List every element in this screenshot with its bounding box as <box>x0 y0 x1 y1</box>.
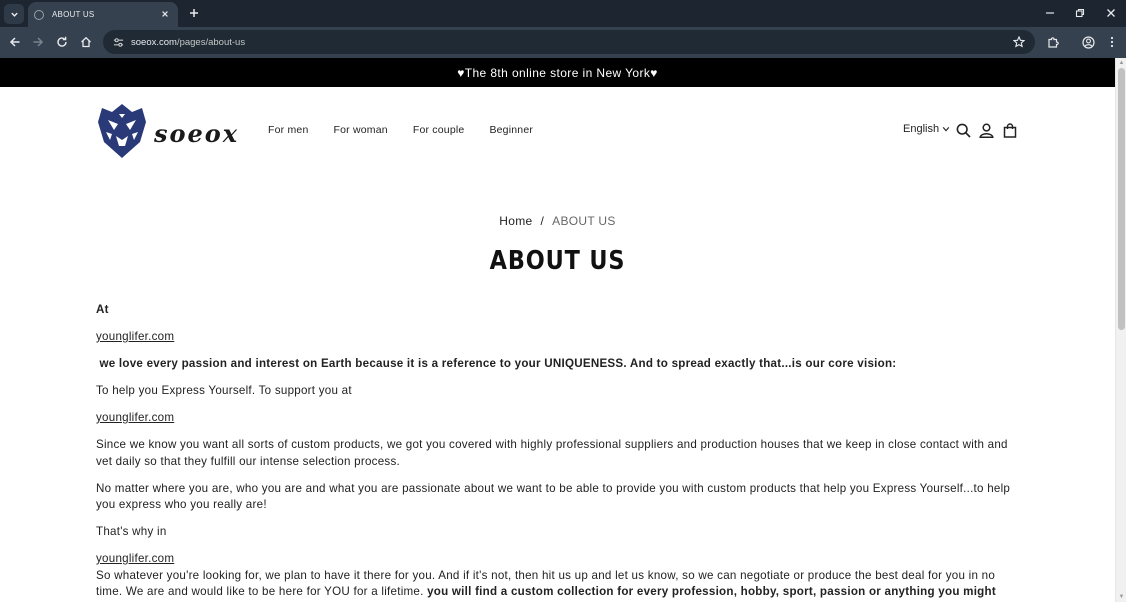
new-tab-button[interactable] <box>185 4 203 22</box>
nav-item-for-men[interactable]: For men <box>268 124 309 136</box>
browser-menu-button[interactable] <box>1103 33 1121 51</box>
paragraph-express-yourself: To help you Express Yourself. To support… <box>96 384 352 397</box>
forward-arrow-icon <box>33 37 44 47</box>
nav-item-for-couple[interactable]: For couple <box>413 124 465 136</box>
page-viewport: ♥The 8th online store in New York♥ soeox <box>0 58 1115 602</box>
site-logo[interactable]: soeox <box>98 102 240 160</box>
back-button[interactable] <box>6 33 24 51</box>
browser-chrome: ABOUT US soeox.com/pages/about-us <box>0 0 1126 58</box>
restore-icon <box>1075 8 1085 18</box>
reload-button[interactable] <box>53 33 71 51</box>
breadcrumb-current: ABOUT US <box>552 214 616 228</box>
puzzle-icon <box>1047 36 1059 48</box>
paragraph-at: At <box>96 303 109 316</box>
close-window-button[interactable] <box>1101 4 1121 22</box>
breadcrumb: Home / ABOUT US <box>0 214 1115 228</box>
bookmark-button[interactable] <box>1011 34 1027 50</box>
breadcrumb-home-link[interactable]: Home <box>499 214 532 228</box>
language-label: English <box>903 123 940 135</box>
paragraph-thats-why: That's why in <box>96 525 167 538</box>
chevron-down-icon <box>942 127 950 132</box>
globe-icon <box>34 9 44 20</box>
plus-icon <box>190 9 198 17</box>
nav-item-for-woman[interactable]: For woman <box>334 124 388 136</box>
browser-toolbar: soeox.com/pages/about-us <box>0 27 1126 58</box>
extensions-button[interactable] <box>1044 33 1062 51</box>
tab-search-button[interactable] <box>4 4 24 24</box>
scroll-down-arrow[interactable]: ▼ <box>1118 594 1125 600</box>
restore-button[interactable] <box>1070 4 1090 22</box>
url-host: soeox.com <box>131 36 177 48</box>
kebab-menu-icon <box>1110 36 1114 48</box>
url-path: /pages/about-us <box>176 36 246 48</box>
scroll-up-arrow[interactable]: ▲ <box>1118 60 1125 66</box>
search-button[interactable] <box>954 121 972 139</box>
search-icon <box>956 123 971 138</box>
younglifer-link-1[interactable]: younglifer.com <box>96 330 174 343</box>
language-selector[interactable]: English <box>903 123 950 135</box>
page-title: ABOUT US <box>489 246 626 276</box>
cart-button[interactable] <box>1001 121 1019 139</box>
paragraph-suppliers: Since we know you want all sorts of cust… <box>96 438 1008 468</box>
back-arrow-icon <box>9 37 20 47</box>
forward-button[interactable] <box>29 33 47 51</box>
paragraph-core-vision: we love every passion and interest on Ea… <box>96 357 897 370</box>
tab-title: ABOUT US <box>52 10 95 19</box>
address-bar[interactable]: soeox.com/pages/about-us <box>103 30 1035 54</box>
page-scrollbar[interactable]: ▲ ▼ <box>1115 58 1126 602</box>
minimize-button[interactable] <box>1040 4 1060 22</box>
main-navigation: For men For woman For couple Beginner <box>268 124 558 136</box>
chevron-down-icon <box>10 12 18 17</box>
reload-icon <box>57 36 67 47</box>
younglifer-link-2[interactable]: younglifer.com <box>96 411 174 424</box>
account-button[interactable] <box>977 121 995 139</box>
site-header: soeox For men For woman For couple Begin… <box>0 87 1115 177</box>
announcement-bar: ♥The 8th online store in New York♥ <box>0 58 1115 87</box>
home-button[interactable] <box>77 33 95 51</box>
paragraph-lifetime: So whatever you're looking for, we plan … <box>96 568 1011 602</box>
tune-icon <box>113 37 123 47</box>
younglifer-link-3[interactable]: younglifer.com <box>96 552 174 565</box>
about-content: At younglifer.com we love every passion … <box>96 302 1011 602</box>
user-icon <box>978 123 994 138</box>
profile-button[interactable] <box>1079 33 1097 51</box>
account-icon <box>1081 35 1095 49</box>
url-text: soeox.com/pages/about-us <box>131 37 245 48</box>
breadcrumb-separator: / <box>540 214 545 228</box>
close-icon <box>162 10 168 17</box>
tiger-logo-icon: soeox <box>98 104 239 158</box>
minimize-icon <box>1046 12 1054 14</box>
shopping-bag-icon <box>1003 122 1017 138</box>
close-tab-button[interactable] <box>158 9 172 21</box>
svg-text:soeox: soeox <box>153 119 239 148</box>
active-tab[interactable]: ABOUT US <box>28 2 178 27</box>
tab-bar: ABOUT US <box>0 0 1126 27</box>
scrollbar-thumb[interactable] <box>1118 68 1125 330</box>
nav-item-beginner[interactable]: Beginner <box>489 124 533 136</box>
star-icon <box>1013 36 1025 48</box>
close-icon <box>1107 9 1115 17</box>
home-icon <box>81 36 91 48</box>
paragraph-passion: No matter where you are, who you are and… <box>96 481 1011 512</box>
site-info-button[interactable] <box>111 35 125 49</box>
